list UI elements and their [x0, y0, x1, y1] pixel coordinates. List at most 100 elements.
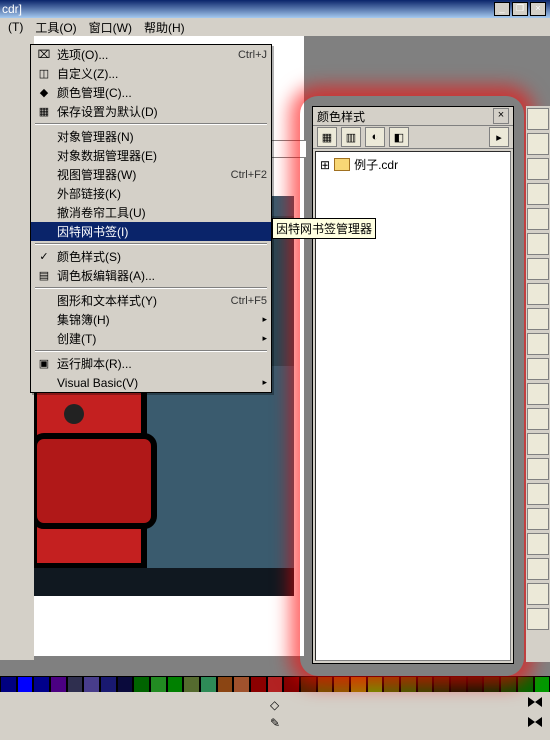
- bookmark-tooltip: 因特网书签管理器: [272, 218, 376, 239]
- tool-21[interactable]: [527, 608, 549, 630]
- menu-item-19[interactable]: ▣运行脚本(R)...: [31, 354, 271, 373]
- menu-item-20[interactable]: Visual Basic(V) ▸: [31, 373, 271, 392]
- new-child-icon[interactable]: ▥: [341, 127, 361, 147]
- menu-label: 自定义(Z)...: [57, 65, 259, 82]
- menu-icon: ▣: [35, 356, 53, 372]
- menu-label: 保存设置为默认(D): [57, 103, 259, 120]
- menu-label: Visual Basic(V): [57, 376, 248, 390]
- menu-icon: ⌧: [35, 47, 53, 63]
- menu-item-8[interactable]: 外部链接(K): [31, 184, 271, 203]
- menu-item-15[interactable]: 图形和文本样式(Y) Ctrl+F5: [31, 291, 271, 310]
- menu-icon: ▤: [35, 268, 53, 284]
- auto-style-icon[interactable]: ◧: [389, 127, 409, 147]
- menu-item-9[interactable]: 撤消卷帘工具(U): [31, 203, 271, 222]
- menu-label: 集锦簿(H): [57, 311, 248, 328]
- menu-item-5[interactable]: 对象管理器(N): [31, 127, 271, 146]
- tool-9[interactable]: [527, 308, 549, 330]
- menu-icon: [35, 331, 53, 347]
- tool-2[interactable]: [527, 133, 549, 155]
- menu-icon: [35, 205, 53, 221]
- tool-18[interactable]: [527, 533, 549, 555]
- maximize-button[interactable]: ❐: [512, 2, 528, 16]
- tool-3[interactable]: [527, 158, 549, 180]
- menu-label: 撤消卷帘工具(U): [57, 204, 259, 221]
- menu-icon: [35, 312, 53, 328]
- menu-window[interactable]: 窗口(W): [83, 18, 138, 37]
- docker-menu-icon[interactable]: ▸: [489, 127, 509, 147]
- menu-icon: ▦: [35, 104, 53, 120]
- new-style-icon[interactable]: ▦: [317, 127, 337, 147]
- menu-label: 因特网书签(I): [57, 223, 259, 240]
- menu-icon: [35, 186, 53, 202]
- no-outline-icon[interactable]: [528, 717, 542, 727]
- docker-toolbar: ▦ ▥ ◐ ◧ ▸: [313, 126, 513, 149]
- menu-label: 图形和文本样式(Y): [57, 292, 223, 309]
- docker-close-icon[interactable]: ×: [493, 108, 509, 124]
- right-toolbox: [526, 106, 550, 662]
- menu-shortcut: Ctrl+J: [238, 49, 267, 61]
- menu-item-0[interactable]: ⌧选项(O)...Ctrl+J: [31, 45, 271, 64]
- folder-icon: [334, 158, 350, 171]
- menu-item-10[interactable]: 因特网书签(I): [31, 222, 271, 241]
- minimize-button[interactable]: _: [494, 2, 510, 16]
- menu-help[interactable]: 帮助(H): [138, 18, 191, 37]
- menu-item-7[interactable]: 视图管理器(W)Ctrl+F2: [31, 165, 271, 184]
- tool-10[interactable]: [527, 333, 549, 355]
- submenu-arrow-icon: ▸: [262, 314, 267, 325]
- menu-label: 外部链接(K): [57, 185, 259, 202]
- menu-item-13[interactable]: ▤调色板编辑器(A)...: [31, 266, 271, 285]
- tool-16[interactable]: [527, 483, 549, 505]
- submenu-arrow-icon: ▸: [262, 377, 267, 388]
- outline-tool-icon[interactable]: ✎: [270, 716, 280, 730]
- tool-4[interactable]: [527, 183, 549, 205]
- edit-style-icon[interactable]: ◐: [365, 127, 385, 147]
- menu-icon: [35, 293, 53, 309]
- menu-label: 调色板编辑器(A)...: [57, 267, 259, 284]
- tool-12[interactable]: [527, 383, 549, 405]
- tool-14[interactable]: [527, 433, 549, 455]
- tool-17[interactable]: [527, 508, 549, 530]
- menu-item-12[interactable]: ✓颜色样式(S): [31, 247, 271, 266]
- submenu-arrow-icon: ▸: [262, 333, 267, 344]
- tool-6[interactable]: [527, 233, 549, 255]
- menu-label: 对象管理器(N): [57, 128, 259, 145]
- menu-icon: [35, 148, 53, 164]
- tool-19[interactable]: [527, 558, 549, 580]
- tool-1[interactable]: [527, 108, 549, 130]
- tool-15[interactable]: [527, 458, 549, 480]
- tool-5[interactable]: [527, 208, 549, 230]
- tool-7[interactable]: [527, 258, 549, 280]
- no-fill-icon[interactable]: [528, 697, 542, 707]
- menu-icon: ✓: [35, 249, 53, 265]
- close-button[interactable]: ×: [530, 2, 546, 16]
- menu-shortcut: Ctrl+F5: [231, 295, 267, 307]
- menu-icon: [35, 167, 53, 183]
- menu-tools[interactable]: 工具(O): [29, 18, 82, 37]
- status-bar: ◇ ✎: [0, 692, 550, 740]
- menu-item-17[interactable]: 创建(T)▸: [31, 329, 271, 348]
- tools-menu-dropdown: ⌧选项(O)...Ctrl+J◫自定义(Z)...◆颜色管理(C)...▦保存设…: [30, 44, 272, 393]
- menu-item-2[interactable]: ◆颜色管理(C)...: [31, 83, 271, 102]
- menu-icon: ◫: [35, 66, 53, 82]
- expand-icon[interactable]: ⊞: [320, 158, 330, 172]
- menu-item-16[interactable]: 集锦簿(H) ▸: [31, 310, 271, 329]
- tree-file-label: 例子.cdr: [354, 156, 398, 173]
- menu-shortcut: Ctrl+F2: [231, 169, 267, 181]
- title-text: cdr]: [2, 2, 22, 16]
- menu-item-1[interactable]: ◫自定义(Z)...: [31, 64, 271, 83]
- fill-tool-icon[interactable]: ◇: [270, 698, 279, 712]
- menubar: (T) 工具(O) 窗口(W) 帮助(H): [0, 18, 550, 36]
- menu-item-6[interactable]: 对象数据管理器(E): [31, 146, 271, 165]
- tree-file-item[interactable]: ⊞ 例子.cdr: [320, 156, 506, 173]
- tool-13[interactable]: [527, 408, 549, 430]
- docker-title: 颜色样式: [317, 108, 365, 125]
- color-styles-docker: 颜色样式 × ▦ ▥ ◐ ◧ ▸ ⊞ 例子.cdr: [312, 106, 514, 664]
- tool-20[interactable]: [527, 583, 549, 605]
- menu-label: 运行脚本(R)...: [57, 355, 259, 372]
- menu-t[interactable]: (T): [2, 19, 29, 35]
- tool-8[interactable]: [527, 283, 549, 305]
- menu-label: 对象数据管理器(E): [57, 147, 259, 164]
- tool-11[interactable]: [527, 358, 549, 380]
- menu-item-3[interactable]: ▦保存设置为默认(D): [31, 102, 271, 121]
- menu-label: 颜色管理(C)...: [57, 84, 259, 101]
